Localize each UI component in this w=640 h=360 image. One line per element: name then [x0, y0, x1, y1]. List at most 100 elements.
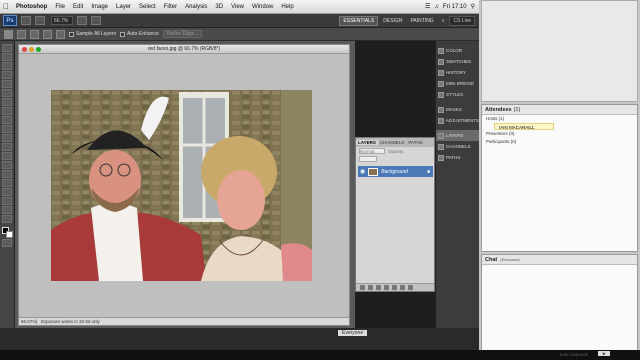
wifi-icon[interactable]: ☰ — [425, 3, 430, 10]
clock[interactable]: Fri 17:10 — [443, 4, 467, 10]
quick-mask-icon[interactable] — [2, 239, 12, 247]
quick-selection-tool-icon[interactable] — [4, 29, 13, 39]
video-pod — [481, 0, 638, 102]
brush-tool-icon[interactable] — [2, 107, 12, 115]
quick-selection-tool-icon[interactable] — [2, 71, 12, 79]
lock-options[interactable] — [359, 156, 377, 162]
arrange-documents-icon[interactable] — [77, 16, 87, 25]
3d-rotate-tool-icon[interactable] — [2, 197, 12, 205]
dock-styles[interactable]: STYLES — [436, 89, 479, 100]
pen-tool-icon[interactable] — [2, 161, 12, 169]
attendees-header: Attendees (1) — [482, 105, 637, 115]
dock-channels[interactable]: CHANNELS — [436, 141, 479, 152]
host-attendee[interactable]: IAIN MACARAILL — [494, 123, 554, 130]
dock-adjustments[interactable]: ADJUSTMENTS — [436, 115, 479, 126]
canvas-area[interactable] — [19, 54, 349, 318]
document-title-bar[interactable]: red faces.jpg @ 66.7% (RGB/8*) — [19, 45, 349, 54]
zoom-tool-icon[interactable] — [2, 215, 12, 223]
menu-view[interactable]: View — [227, 4, 248, 10]
workspace-painting[interactable]: PAINTING — [407, 17, 436, 25]
menu-window[interactable]: Window — [248, 4, 277, 10]
new-layer-icon[interactable] — [400, 285, 405, 290]
dock-swatches[interactable]: SWATCHES — [436, 56, 479, 67]
clone-stamp-tool-icon[interactable] — [2, 116, 12, 124]
menu-3d[interactable]: 3D — [211, 4, 227, 10]
auto-enhance-checkbox[interactable]: Auto-Enhance — [120, 31, 159, 37]
hosts-group[interactable]: Hosts (1) — [482, 115, 637, 123]
dock-paths[interactable]: PATHS — [436, 152, 479, 163]
styles-icon — [438, 91, 444, 98]
workspace-essentials[interactable]: ESSENTIALS — [339, 15, 379, 26]
layer-style-icon[interactable] — [368, 285, 373, 290]
lasso-tool-icon[interactable] — [2, 62, 12, 70]
menu-select[interactable]: Select — [135, 4, 160, 10]
status-info[interactable]: Exposure works in 32-bit only — [37, 319, 100, 324]
participants-group[interactable]: Participants (0) — [482, 138, 637, 146]
cs-live-button[interactable]: CS Live — [449, 15, 475, 26]
menu-help[interactable]: Help — [277, 4, 297, 10]
application-bar: Ps 66.7% ESSENTIALS DESIGN PAINTING » CS… — [0, 14, 479, 28]
dock-layers[interactable]: LAYERS — [436, 130, 479, 141]
apple-icon[interactable]:  — [0, 2, 12, 11]
history-brush-tool-icon[interactable] — [2, 125, 12, 133]
path-selection-tool-icon[interactable] — [2, 179, 12, 187]
dock-color[interactable]: COLOR — [436, 45, 479, 56]
brush-size-icon[interactable] — [56, 29, 65, 39]
workspace-design[interactable]: DESIGN — [380, 17, 405, 25]
subtract-from-selection-icon[interactable] — [43, 29, 52, 39]
dodge-tool-icon[interactable] — [2, 152, 12, 160]
zoom-level-field[interactable]: 66.7% — [51, 16, 73, 25]
bridge-icon[interactable] — [21, 16, 31, 25]
dock-masks[interactable]: MASKS — [436, 104, 479, 115]
crop-tool-icon[interactable] — [2, 80, 12, 88]
shape-tool-icon[interactable] — [2, 188, 12, 196]
presenters-group[interactable]: Presenters (0) — [482, 130, 637, 138]
workspace-more[interactable]: » — [439, 17, 448, 25]
new-selection-icon[interactable] — [17, 29, 26, 39]
screen-mode-icon[interactable] — [91, 16, 101, 25]
photo-image[interactable] — [51, 90, 312, 281]
sample-all-layers-checkbox[interactable]: Sample All Layers — [69, 31, 116, 37]
tab-paths[interactable]: PATHS — [406, 140, 424, 145]
refine-edge-button[interactable]: Refine Edge... — [162, 30, 203, 38]
dock-history[interactable]: HISTORY — [436, 67, 479, 78]
status-zoom[interactable]: 66.67% — [19, 319, 37, 324]
menu-layer[interactable]: Layer — [112, 4, 135, 10]
layer-mask-icon[interactable] — [376, 285, 381, 290]
background-color-swatch[interactable] — [5, 231, 13, 238]
spotlight-icon[interactable]: ⚲ — [471, 3, 475, 10]
menu-file[interactable]: File — [51, 4, 69, 10]
blend-mode-select[interactable]: Normal — [359, 148, 385, 154]
hand-tool-icon[interactable] — [2, 206, 12, 214]
trash-icon[interactable] — [408, 285, 413, 290]
group-icon[interactable] — [392, 285, 397, 290]
menu-app-name[interactable]: Photoshop — [12, 4, 51, 10]
tools-panel — [0, 41, 15, 328]
link-layers-icon[interactable] — [360, 285, 365, 290]
everyone-button[interactable]: Everyone — [338, 330, 368, 336]
volume-icon[interactable]: ♫ — [434, 4, 439, 10]
move-tool-icon[interactable] — [2, 44, 12, 52]
color-swatches[interactable] — [1, 227, 13, 238]
eyedropper-tool-icon[interactable] — [2, 89, 12, 97]
healing-brush-tool-icon[interactable] — [2, 98, 12, 106]
eraser-tool-icon[interactable] — [2, 134, 12, 142]
lock-row — [356, 155, 434, 163]
attendees-count: (1) — [513, 106, 521, 113]
gradient-tool-icon[interactable] — [2, 143, 12, 151]
minibridge-icon[interactable] — [35, 16, 45, 25]
menu-edit[interactable]: Edit — [69, 4, 87, 10]
dock-mini-bridge[interactable]: MINI BRIDGE — [436, 78, 479, 89]
add-to-selection-icon[interactable] — [30, 29, 39, 39]
menu-filter[interactable]: Filter — [160, 4, 181, 10]
marquee-tool-icon[interactable] — [2, 53, 12, 61]
menu-image[interactable]: Image — [87, 4, 112, 10]
tab-channels[interactable]: CHANNELS — [378, 140, 407, 145]
tab-layers[interactable]: LAYERS — [356, 140, 378, 145]
adjustment-layer-icon[interactable] — [384, 285, 389, 290]
tray-button[interactable]: ► — [598, 351, 611, 356]
layer-row-background[interactable]: ◉ Background ■ — [358, 166, 433, 177]
type-tool-icon[interactable] — [2, 170, 12, 178]
eye-icon[interactable]: ◉ — [360, 168, 365, 175]
menu-analysis[interactable]: Analysis — [181, 4, 211, 10]
